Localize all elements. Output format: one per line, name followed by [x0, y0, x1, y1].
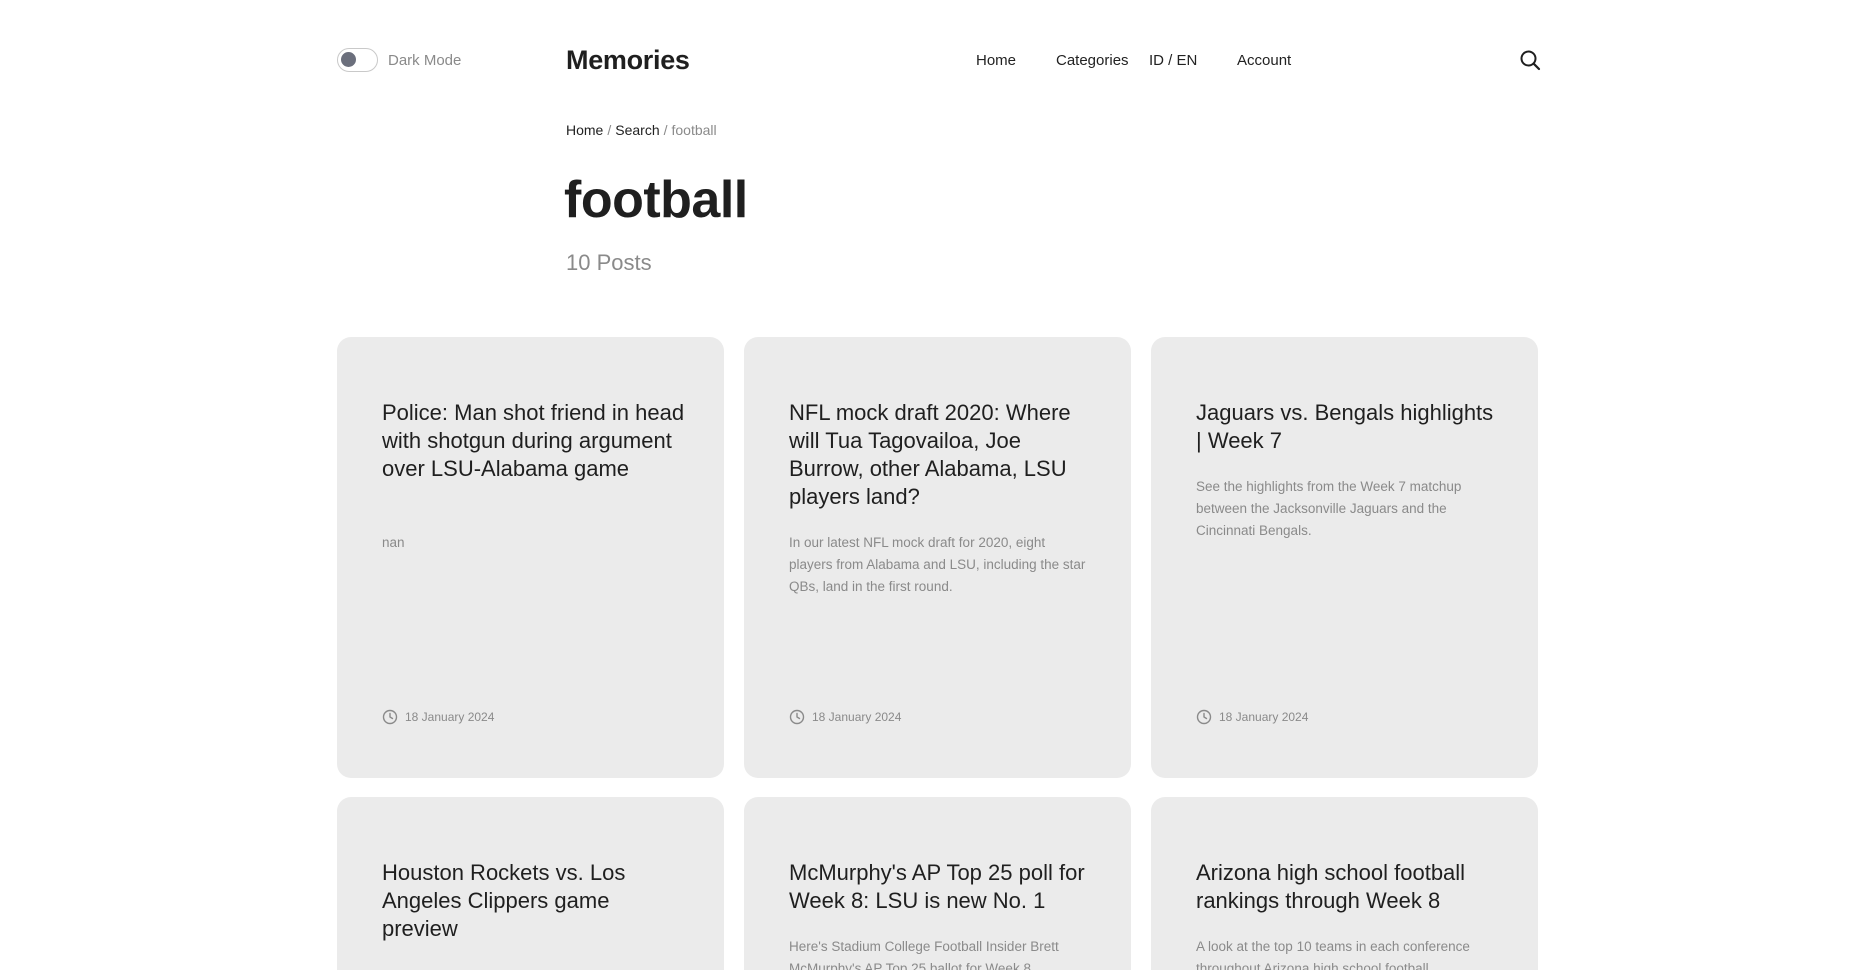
post-excerpt: Here's Stadium College Football Insider …: [789, 939, 1059, 970]
post-card[interactable]: Arizona high school football rankings th…: [1151, 797, 1538, 970]
post-title[interactable]: Police: Man shot friend in head with sho…: [382, 399, 687, 483]
post-title[interactable]: Arizona high school football rankings th…: [1196, 859, 1501, 915]
breadcrumb-home[interactable]: Home: [566, 122, 603, 138]
site-header: Dark Mode Memories Home Categories ID / …: [0, 0, 1872, 120]
nav-account[interactable]: Account: [1237, 52, 1291, 69]
breadcrumb-current: football: [671, 122, 717, 138]
post-title[interactable]: Jaguars vs. Bengals highlights | Week 7: [1196, 399, 1501, 455]
post-excerpt: nan: [382, 535, 405, 550]
clock-icon: [1196, 709, 1212, 725]
post-card[interactable]: Police: Man shot friend in head with sho…: [337, 337, 724, 778]
post-card[interactable]: McMurphy's AP Top 25 poll for Week 8: LS…: [744, 797, 1131, 970]
breadcrumb-separator: /: [607, 122, 612, 138]
post-date: 18 January 2024: [1219, 710, 1309, 724]
breadcrumb-search[interactable]: Search: [615, 122, 659, 138]
post-count: 10 Posts: [566, 250, 652, 275]
search-icon: [1520, 50, 1541, 71]
post-excerpt: See the highlights from the Week 7 match…: [1196, 479, 1462, 538]
post-meta: 18 January 2024: [382, 709, 494, 725]
post-date: 18 January 2024: [812, 710, 902, 724]
toggle-switch[interactable]: [337, 48, 378, 72]
page-title: football: [564, 171, 748, 229]
site-brand[interactable]: Memories: [566, 45, 690, 76]
post-meta: 18 January 2024: [789, 709, 901, 725]
post-card[interactable]: Jaguars vs. Bengals highlights | Week 7 …: [1151, 337, 1538, 778]
search-button[interactable]: [1519, 49, 1541, 71]
post-excerpt: In our latest NFL mock draft for 2020, e…: [789, 535, 1086, 594]
breadcrumb: Home / Search / football: [566, 122, 717, 138]
post-card[interactable]: Houston Rockets vs. Los Angeles Clippers…: [337, 797, 724, 970]
post-title[interactable]: Houston Rockets vs. Los Angeles Clippers…: [382, 859, 687, 943]
post-title[interactable]: NFL mock draft 2020: Where will Tua Tago…: [789, 399, 1094, 511]
nav-home[interactable]: Home: [976, 52, 1016, 69]
breadcrumb-separator: /: [663, 122, 668, 138]
post-date: 18 January 2024: [405, 710, 495, 724]
post-meta: 18 January 2024: [1196, 709, 1308, 725]
clock-icon: [789, 709, 805, 725]
nav-language-switch[interactable]: ID / EN: [1149, 52, 1197, 69]
post-title[interactable]: McMurphy's AP Top 25 poll for Week 8: LS…: [789, 859, 1094, 915]
dark-mode-label: Dark Mode: [388, 51, 462, 69]
clock-icon: [382, 709, 398, 725]
toggle-knob: [341, 52, 356, 67]
post-card[interactable]: NFL mock draft 2020: Where will Tua Tago…: [744, 337, 1131, 778]
nav-categories[interactable]: Categories: [1056, 52, 1129, 69]
post-excerpt: A look at the top 10 teams in each confe…: [1196, 939, 1470, 970]
dark-mode-toggle[interactable]: Dark Mode: [337, 48, 461, 72]
